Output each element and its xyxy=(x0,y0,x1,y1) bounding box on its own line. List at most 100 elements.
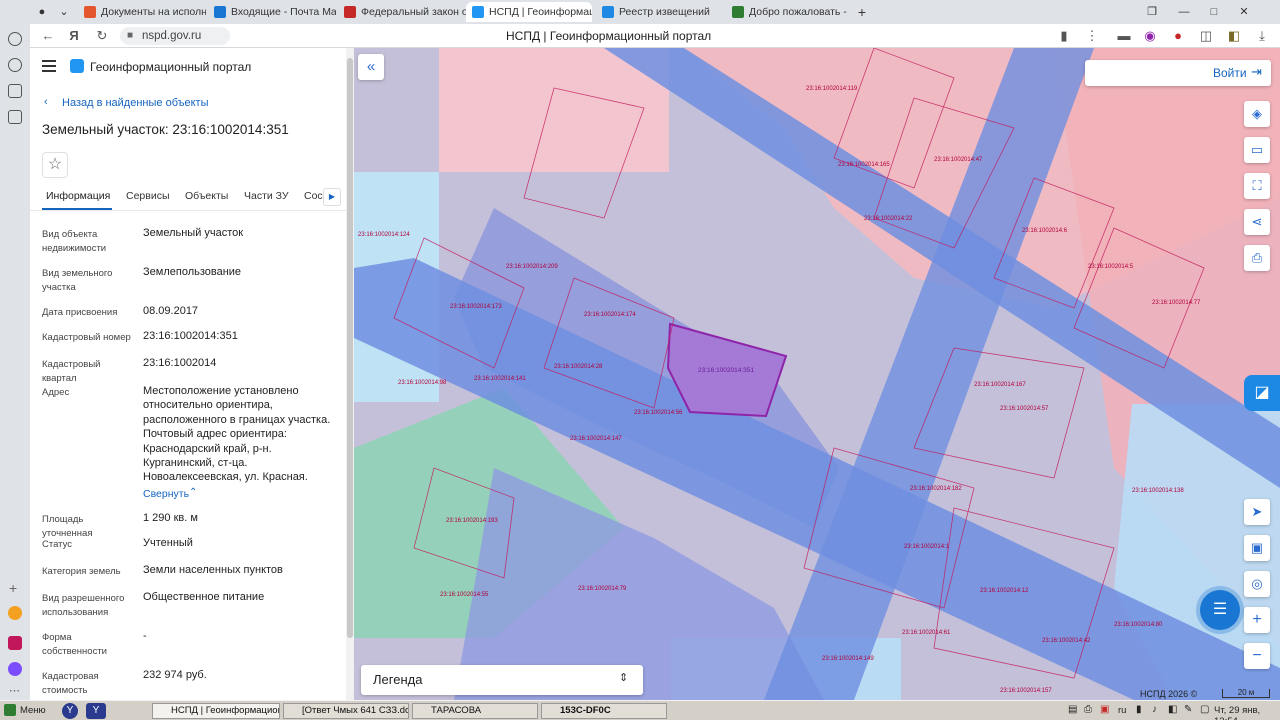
parcel-label-1: 23:16:1002014:165 xyxy=(838,162,890,168)
collapse-panel-button[interactable]: « xyxy=(358,54,384,80)
browser-tab-5[interactable]: Реестр извещений xyxy=(596,2,724,22)
url-field[interactable]: ■ nspd.gov.ru xyxy=(120,27,230,45)
taskbar-item-label: [Ответ Чмых 641 СЗЗ.doc ... xyxy=(302,705,408,716)
map-scale: 20 м xyxy=(1222,689,1270,698)
volume-icon[interactable]: ♪ xyxy=(1152,704,1157,715)
taskbar-item-document[interactable]: [Ответ Чмых 641 СЗЗ.doc ... xyxy=(283,703,409,719)
lock-icon: ■ xyxy=(127,30,134,41)
assistant-app-icon[interactable] xyxy=(8,662,22,676)
taskbar-item-browser[interactable]: НСПД | Геоинформацион... xyxy=(152,703,280,719)
ruler-icon[interactable]: ▭ xyxy=(1244,137,1270,163)
cadastral-map[interactable]: 23:16:1002014:119 23:16:1002014:165 23:1… xyxy=(354,48,1280,700)
extension-4-icon[interactable]: ◫ xyxy=(1198,28,1214,44)
tabs-divider xyxy=(30,210,346,211)
chat-tab-icon[interactable]: ◪ xyxy=(1244,375,1280,411)
taskbar-item-device[interactable]: 153C-DF0C xyxy=(541,703,667,719)
browser-tab-4-active[interactable]: НСПД | Геоинформацио✕ xyxy=(466,2,592,22)
minimap-icon[interactable]: ▣ xyxy=(1244,535,1270,561)
tab-objects[interactable]: Объекты xyxy=(185,190,228,202)
extension-1-icon[interactable]: ▬ xyxy=(1116,28,1132,44)
extension-5-icon[interactable]: ◧ xyxy=(1226,28,1242,44)
field-value: - xyxy=(143,630,147,642)
bookmark-icon[interactable]: ▮ xyxy=(1056,28,1072,44)
tab-favicon-icon xyxy=(84,6,96,18)
field-label: Площадь уточненная xyxy=(42,514,93,539)
hamburger-menu-icon[interactable] xyxy=(42,60,56,72)
parcel-label-12: 23:16:1002014:57 xyxy=(1000,406,1049,412)
mail-app-icon[interactable] xyxy=(8,606,22,620)
parcel-label-7: 23:16:1002014:173 xyxy=(450,304,502,310)
window-close-icon[interactable]: ✕ xyxy=(1236,4,1252,20)
share-icon[interactable]: ⋖ xyxy=(1244,209,1270,235)
extension-3-icon[interactable]: ● xyxy=(1170,28,1186,44)
tray-pen-icon[interactable]: ✎ xyxy=(1184,704,1192,715)
yandex-icon[interactable]: Я xyxy=(66,28,82,44)
tab-parts[interactable]: Части ЗУ xyxy=(244,190,289,202)
tabs-scroll-right-icon[interactable]: ▶ xyxy=(323,188,341,206)
tray-lock-icon[interactable]: ▮ xyxy=(1136,704,1142,715)
layers-icon[interactable]: ◈ xyxy=(1244,101,1270,127)
field-value: 08.09.2017 xyxy=(143,305,199,317)
restore-icon[interactable]: □ xyxy=(1206,4,1222,20)
parcel-label-15: 23:16:1002014:79 xyxy=(578,586,627,592)
field-label: Форма собственности xyxy=(42,632,107,657)
downloads-icon[interactable]: ⤓ xyxy=(1254,28,1270,44)
print-icon[interactable]: ⎙ xyxy=(1244,245,1270,271)
tray-app-icon[interactable]: ▣ xyxy=(1100,704,1109,715)
more-icon[interactable]: ⋮ xyxy=(1084,28,1100,44)
yandex-launcher-icon[interactable]: Y xyxy=(62,703,78,719)
tray-power-icon[interactable]: ◧ xyxy=(1168,704,1177,715)
parcel-label-0: 23:16:1002014:119 xyxy=(806,86,858,92)
browser-tab-2[interactable]: Входящие - Почта Mail xyxy=(208,2,336,22)
tabs-dropdown-icon[interactable]: ⌄ xyxy=(56,4,72,20)
parcel-label-8: 23:16:1002014:174 xyxy=(584,312,636,318)
minimize-icon[interactable]: — xyxy=(1176,4,1192,20)
zoom-out-button[interactable]: − xyxy=(1244,643,1270,669)
play-icon[interactable] xyxy=(8,32,22,46)
support-chat-button[interactable]: ☰ xyxy=(1200,590,1240,630)
tray-printer-icon[interactable]: ⎙ xyxy=(1084,704,1092,715)
favorite-star-icon[interactable]: ☆ xyxy=(42,152,68,178)
address-bar: ← Я ↻ ■ nspd.gov.ru НСПД | Геоинформацио… xyxy=(30,24,1280,48)
parcel-label-21: 23:16:1002014:5 xyxy=(1088,264,1134,270)
panel-scrollbar[interactable] xyxy=(346,48,354,700)
reload-icon[interactable]: ↻ xyxy=(94,28,110,44)
back-arrow-icon[interactable]: ← xyxy=(40,28,56,44)
parcel-label-20: 23:16:1002014:1 xyxy=(904,544,950,550)
back-to-results-link[interactable]: Назад в найденные объекты xyxy=(62,97,209,109)
tab-services[interactable]: Сервисы xyxy=(126,190,170,202)
add-panel-icon[interactable]: + xyxy=(9,580,17,596)
sidebar-menu-icon[interactable]: ⋯ xyxy=(9,684,20,697)
browser-tab-6[interactable]: Добро пожаловать - Кур xyxy=(726,2,848,22)
select-area-icon[interactable]: ⛶ xyxy=(1244,173,1270,199)
browser-tab-3[interactable]: Федеральный закон от 29 xyxy=(338,2,466,22)
parcel-label-17: 23:16:1002014:149 xyxy=(822,656,874,662)
browser-tab-1[interactable]: Документы на исполнени xyxy=(78,2,206,22)
store-app-icon[interactable] xyxy=(8,636,22,650)
taskbar-item-folder[interactable]: ТАРАСОВА xyxy=(412,703,538,719)
geolocation-icon[interactable]: ◎ xyxy=(1244,571,1270,597)
tray-network-icon[interactable]: ▤ xyxy=(1068,704,1077,715)
start-logo-icon[interactable] xyxy=(4,704,16,716)
locate-icon[interactable]: ➤ xyxy=(1244,499,1270,525)
zoom-in-button[interactable]: + xyxy=(1244,607,1270,633)
keyboard-layout[interactable]: ru xyxy=(1118,705,1126,716)
start-menu-button[interactable]: Меню xyxy=(20,705,46,716)
tab-label: Федеральный закон от 29 xyxy=(361,6,466,18)
map-view[interactable]: 23:16:1002014:119 23:16:1002014:165 23:1… xyxy=(354,48,1280,700)
screenshot-icon[interactable] xyxy=(8,110,22,124)
browser-menu-icon[interactable]: ● xyxy=(34,4,50,20)
extension-2-icon[interactable]: ◉ xyxy=(1142,28,1158,44)
history-icon[interactable] xyxy=(8,58,22,72)
new-tab-button[interactable]: + xyxy=(854,4,870,20)
tab-manager-icon[interactable]: ❐ xyxy=(1144,4,1160,20)
tray-display-icon[interactable]: ▢ xyxy=(1200,704,1209,715)
yandex-launcher-2-icon[interactable]: Y xyxy=(86,703,106,719)
number-badge-icon[interactable] xyxy=(8,84,22,98)
chevron-up-icon[interactable]: ⌃ xyxy=(189,487,197,498)
scrollbar-thumb[interactable] xyxy=(347,58,353,638)
collapse-link[interactable]: Свернуть xyxy=(143,488,189,500)
tab-information[interactable]: Информация xyxy=(46,190,110,202)
login-button[interactable]: Войти ⇥ xyxy=(1085,60,1271,86)
legend-panel[interactable]: Легенда ⇕ xyxy=(361,665,643,695)
